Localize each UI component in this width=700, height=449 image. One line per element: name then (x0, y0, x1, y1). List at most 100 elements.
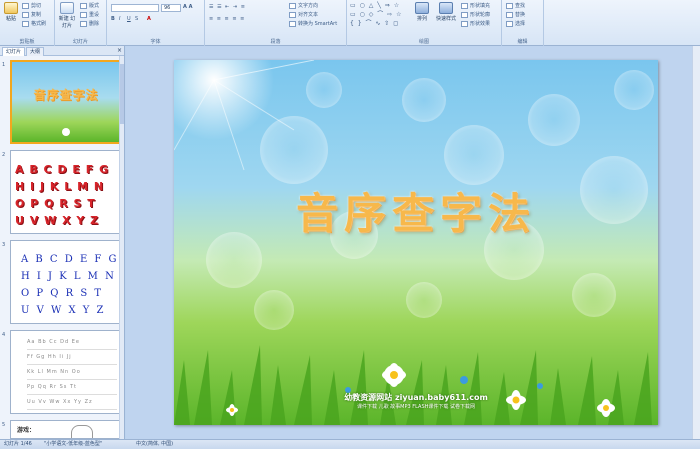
daisy-icon (62, 128, 70, 136)
align-buttons[interactable]: ≡ ≡ ≡ ≡ ≡ (209, 16, 245, 22)
current-slide[interactable]: 音序查字法 幼教资源网站 ziyuan.baby611.com 课件下载 儿歌 … (174, 60, 658, 425)
shape-fill-button[interactable]: 形状填充 (461, 2, 490, 9)
layout-icon (80, 2, 87, 9)
panel-scrollbar[interactable] (119, 56, 124, 439)
letter-row: U V W X Y Z (21, 305, 106, 316)
thumb-number: 2 (2, 152, 6, 158)
tab-slides[interactable]: 幻灯片 (2, 47, 26, 56)
letter-row: O P Q R S T (15, 197, 96, 210)
mushroom-icon (71, 425, 93, 438)
thumb-number: 3 (2, 242, 6, 248)
arrange-button[interactable]: 排列 (413, 2, 431, 22)
list-buttons[interactable]: ☰ ☰ ⇤ ⇥ ≡ (209, 4, 246, 10)
arrange-icon (415, 2, 429, 14)
format-painter-button[interactable]: 格式刷 (22, 20, 46, 27)
template-name: "小学语文-低年级-蓝色型" (44, 441, 103, 447)
thumb-slide-3[interactable]: A B C D E F G H I J K L M N O P Q R S T … (10, 240, 122, 324)
writing-row: Ff Gg Hh Ii Jj (27, 350, 117, 365)
slides-group: 新建 幻灯片 版式 重设 删除 幻灯片 (55, 0, 107, 46)
ribbon: 粘贴 剪切 复制 格式刷 剪贴板 新建 幻灯片 版式 重设 删除 幻灯片 96 … (0, 0, 700, 46)
grass (174, 345, 652, 425)
smartart-icon (289, 20, 296, 27)
shape-effects-button[interactable]: 形状效果 (461, 20, 490, 27)
quick-styles-button[interactable]: 快速样式 (433, 2, 459, 22)
italic-button[interactable]: I (119, 16, 120, 22)
effects-icon (461, 20, 468, 27)
font-group: 96 A A B I U S A 字体 (107, 0, 205, 46)
letter-row: O P Q R S T (21, 288, 104, 299)
font-size-combo[interactable]: 96 (161, 4, 181, 12)
select-button[interactable]: 选择 (506, 20, 525, 27)
clipboard-label: 剪贴板 (19, 39, 35, 45)
thumb-number: 1 (2, 62, 6, 68)
language-indicator[interactable]: 中文(简体, 中国) (136, 440, 173, 449)
site-line: 幼教资源网站 ziyuan.baby611.com (344, 393, 488, 402)
editor-scrollbar[interactable] (692, 46, 700, 439)
panel-tabs: 幻灯片 大纲 × (0, 46, 124, 56)
font-color-button[interactable]: A (147, 16, 151, 22)
text-direction-icon (289, 2, 296, 9)
thumb-slide-5[interactable]: 游戏： (10, 420, 122, 439)
letter-row: A B C D E F G (15, 163, 110, 176)
writing-row: Pp Qq Rr Ss Tt (27, 380, 117, 395)
panel-scroll-thumb[interactable] (120, 64, 124, 124)
shape-outline-button[interactable]: 形状轮廓 (461, 11, 490, 18)
close-icon[interactable]: × (117, 47, 122, 54)
thumb-title: 音序查字法 (33, 88, 99, 102)
thumb-number: 5 (2, 422, 6, 428)
thumb-number: 4 (2, 332, 6, 338)
slides-label: 幻灯片 (72, 39, 88, 45)
sub-line: 课件下载 儿歌 故事MP3 FLASH课件下载 试卷下载网 (356, 404, 475, 410)
outline-icon (461, 11, 468, 18)
quick-styles-icon (439, 2, 453, 14)
shadow-button[interactable]: S (135, 16, 138, 22)
copy-button[interactable]: 复制 (22, 11, 41, 18)
letter-row: H I J K L M N (15, 180, 105, 193)
new-slide-button[interactable]: 新建 幻灯片 (57, 2, 77, 29)
writing-row: Aa Bb Cc Dd Ee (27, 335, 117, 350)
delete-slide-button[interactable]: 删除 (80, 20, 99, 27)
writing-row: Kk Ll Mm Nn Oo (27, 365, 117, 380)
shapes-gallery[interactable]: ▭ ○ △ ╲ ⇒ ☆ ▭ ○ ◇ ⌒ ⇨ ☆{ } ⌒ ∿ ⇧ ◻ (350, 2, 402, 27)
find-button[interactable]: 查找 (506, 2, 525, 9)
font-label: 字体 (150, 39, 161, 45)
new-slide-icon (60, 2, 74, 14)
letter-row: H I J K L M N (21, 271, 116, 282)
binoculars-icon (506, 2, 513, 9)
underline-button[interactable]: U (127, 16, 131, 22)
fill-icon (461, 2, 468, 9)
reset-button[interactable]: 重设 (80, 11, 99, 18)
editing-group: 查找 替换 选择 编辑 (502, 0, 544, 46)
delete-icon (80, 20, 87, 27)
slide-title[interactable]: 音序查字法 (174, 180, 658, 241)
writing-row: Uu Vv Ww Xx Yy Zz (27, 395, 117, 410)
paste-button[interactable]: 粘贴 (3, 2, 19, 22)
convert-smartart-button[interactable]: 转换为 SmartArt (289, 20, 337, 27)
text-direction-button[interactable]: 文字方向 (289, 2, 318, 9)
cursor-icon (506, 20, 513, 27)
cut-button[interactable]: 剪切 (22, 2, 41, 9)
copy-icon (22, 11, 29, 18)
clipboard-group: 粘贴 剪切 复制 格式刷 剪贴板 (0, 0, 55, 46)
tab-outline[interactable]: 大纲 (26, 47, 45, 56)
slide-panel: 幻灯片 大纲 × 1 音序查字法 2 A B C D E F G H I J K… (0, 46, 125, 439)
align-text-icon (289, 11, 296, 18)
bold-button[interactable]: B (111, 16, 115, 22)
drawing-label: 绘图 (418, 39, 429, 45)
paragraph-group: ☰ ☰ ⇤ ⇥ ≡ ≡ ≡ ≡ ≡ ≡ 文字方向 对齐文本 转换为 SmartA… (205, 0, 347, 46)
brush-icon (22, 20, 29, 27)
thumb-slide-4[interactable]: Aa Bb Cc Dd Ee Ff Gg Hh Ii Jj Kk Ll Mm N… (10, 330, 122, 414)
font-name-combo[interactable] (111, 4, 159, 12)
editing-label: 编辑 (517, 39, 528, 45)
layout-button[interactable]: 版式 (80, 2, 99, 9)
thumb-slide-2[interactable]: A B C D E F G H I J K L M N O P Q R S T … (10, 150, 122, 234)
thumb-slide-1[interactable]: 音序查字法 (10, 60, 122, 144)
paragraph-label: 段落 (270, 39, 281, 45)
replace-icon (506, 11, 513, 18)
slide-editor: 音序查字法 幼教资源网站 ziyuan.baby611.com 课件下载 儿歌 … (126, 46, 700, 439)
status-bar: 幻灯片 1/46 "小学语文-低年级-蓝色型" 中文(简体, 中国) (0, 439, 700, 449)
replace-button[interactable]: 替换 (506, 11, 525, 18)
grow-font-button[interactable]: A A (183, 4, 192, 10)
align-text-button[interactable]: 对齐文本 (289, 11, 318, 18)
paste-icon (4, 2, 18, 14)
